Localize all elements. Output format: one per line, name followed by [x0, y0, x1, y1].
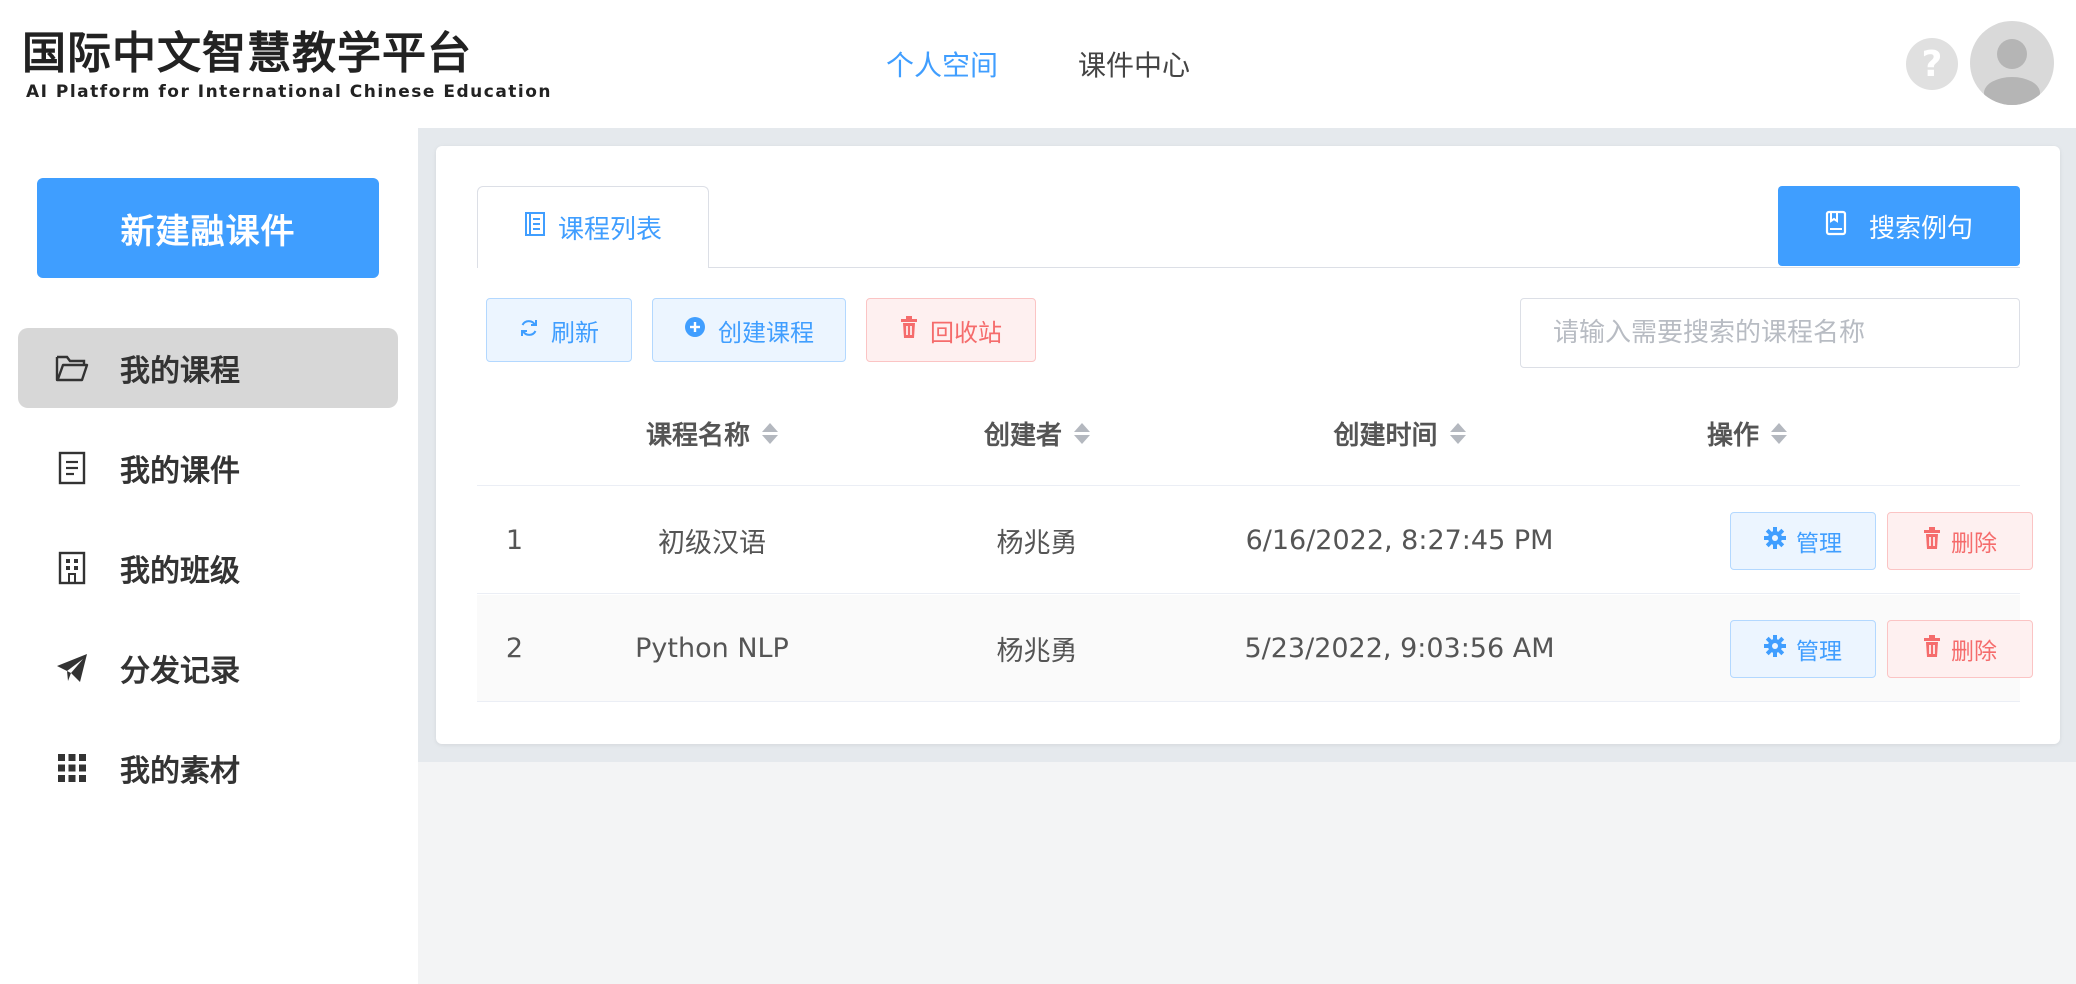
tab-course-list[interactable]: 课程列表: [477, 186, 709, 268]
table-row[interactable]: 1 初级汉语 杨兆勇 6/16/2022, 8:27:45 PM 管理 删除: [477, 487, 2033, 594]
column-header-label: 创建时间: [1333, 420, 1438, 451]
table-header: 课程名称 创建者 创建时间 操作: [477, 380, 2020, 486]
sidebar-item-distribution-records[interactable]: 分发记录: [18, 628, 398, 708]
manage-button[interactable]: 管理: [1730, 512, 1876, 570]
sidebar-item-label: 分发记录: [120, 654, 240, 689]
platform-logo[interactable]: 国际中文智慧教学平台 AI Platform for International…: [22, 26, 552, 102]
paper-plane-icon: [52, 648, 92, 688]
trash-icon: [900, 316, 918, 344]
created-time-cell: 6/16/2022, 8:27:45 PM: [1245, 525, 1554, 556]
column-header-creator[interactable]: 创建者: [872, 380, 1202, 486]
gear-icon: [1764, 635, 1786, 663]
sidebar-item-my-courseware[interactable]: 我的课件: [18, 428, 398, 508]
top-header: 国际中文智慧教学平台 AI Platform for International…: [0, 0, 2076, 128]
row-index: 1: [505, 525, 524, 556]
refresh-button[interactable]: 刷新: [486, 298, 632, 362]
course-search-input[interactable]: [1520, 298, 2020, 368]
index-column-header: [477, 380, 552, 486]
sidebar-item-label: 我的课程: [120, 354, 240, 389]
sidebar-item-label: 我的素材: [120, 754, 240, 789]
grid-icon: [52, 748, 92, 788]
sort-icon[interactable]: [1771, 422, 1787, 444]
folder-open-icon: [52, 348, 92, 388]
manage-button[interactable]: 管理: [1730, 620, 1876, 678]
trash-icon: [1923, 527, 1941, 555]
avatar[interactable]: [1970, 21, 2054, 105]
create-course-button[interactable]: 创建课程: [652, 298, 846, 362]
refresh-label: 刷新: [551, 318, 599, 347]
plus-circle-icon: [684, 316, 706, 344]
creator-cell: 杨兆勇: [996, 528, 1078, 559]
sidebar-item-label: 我的班级: [120, 554, 240, 589]
recycle-bin-label: 回收站: [930, 318, 1002, 347]
delete-button[interactable]: 删除: [1887, 620, 2033, 678]
create-course-label: 创建课程: [718, 318, 814, 347]
column-header-label: 操作: [1706, 420, 1759, 451]
column-header-course-name[interactable]: 课程名称: [552, 380, 872, 486]
help-icon[interactable]: ?: [1906, 38, 1958, 90]
manage-label: 管理: [1796, 639, 1842, 665]
sidebar-item-my-courses[interactable]: 我的课程: [18, 328, 398, 408]
row-index: 2: [505, 633, 524, 664]
delete-label: 删除: [1951, 639, 1997, 665]
user-icon: [1984, 39, 2040, 105]
logo-title-cn: 国际中文智慧教学平台: [22, 28, 472, 79]
column-header-label: 创建者: [983, 420, 1062, 451]
course-name-cell: 初级汉语: [658, 528, 766, 559]
refresh-icon: [519, 316, 539, 344]
list-icon: [524, 211, 546, 244]
search-example-label: 搜索例句: [1868, 213, 1973, 244]
nav-personal-space[interactable]: 个人空间: [886, 44, 998, 84]
logo-title-en: AI Platform for International Chinese Ed…: [26, 82, 553, 102]
search-example-button[interactable]: 搜索例句: [1778, 186, 2020, 266]
new-courseware-button[interactable]: 新建融课件: [37, 178, 379, 278]
created-time-cell: 5/23/2022, 9:03:56 AM: [1244, 633, 1555, 664]
tab-label: 课程列表: [557, 215, 662, 245]
sort-icon[interactable]: [1074, 422, 1090, 444]
table-row[interactable]: 2 Python NLP 杨兆勇 5/23/2022, 9:03:56 AM 管…: [477, 595, 2033, 702]
sidebar-item-my-materials[interactable]: 我的素材: [18, 728, 398, 808]
building-icon: [52, 548, 92, 588]
gear-icon: [1764, 527, 1786, 555]
trash-icon: [1923, 635, 1941, 663]
document-icon: [52, 448, 92, 488]
creator-cell: 杨兆勇: [996, 636, 1078, 667]
sort-icon[interactable]: [762, 422, 778, 444]
book-icon: [1825, 210, 1847, 243]
delete-label: 删除: [1951, 531, 1997, 557]
recycle-bin-button[interactable]: 回收站: [866, 298, 1036, 362]
column-header-label: 课程名称: [645, 420, 750, 451]
sidebar-item-my-classes[interactable]: 我的班级: [18, 528, 398, 608]
course-name-cell: Python NLP: [635, 633, 789, 664]
course-list-card: 课程列表 搜索例句 刷新 创建课程 回收站 课程名称 创建者: [436, 146, 2060, 744]
delete-button[interactable]: 删除: [1887, 512, 2033, 570]
nav-courseware-center[interactable]: 课件中心: [1078, 44, 1190, 84]
top-nav: 个人空间 课件中心: [886, 44, 1190, 84]
column-header-actions[interactable]: 操作: [1597, 380, 1897, 486]
sidebar: 新建融课件 我的课程 我的课件 我的班级 分发记录 我的素材: [0, 128, 418, 984]
manage-label: 管理: [1796, 531, 1842, 557]
sidebar-item-label: 我的课件: [120, 454, 240, 489]
column-header-created-time[interactable]: 创建时间: [1202, 380, 1597, 486]
sort-icon[interactable]: [1449, 422, 1466, 444]
